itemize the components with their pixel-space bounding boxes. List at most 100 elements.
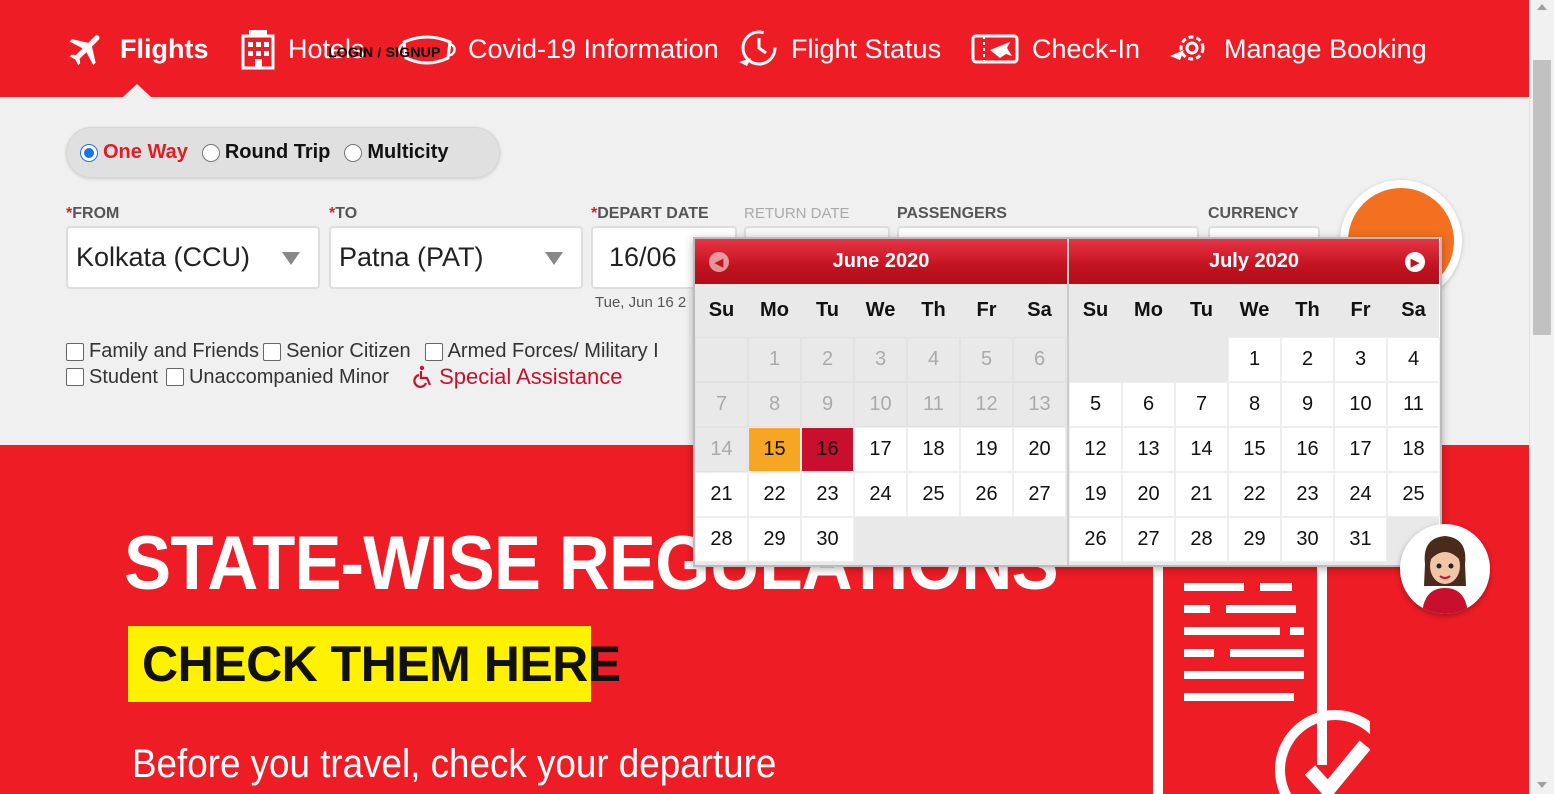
day-cell[interactable]: 6	[1122, 382, 1175, 427]
day-cell[interactable]: 27	[1122, 517, 1175, 562]
day-cell[interactable]: 26	[1069, 517, 1122, 562]
from-select[interactable]: Kolkata (CCU)	[66, 226, 320, 289]
day-cell: 2	[801, 337, 854, 382]
scroll-thumb[interactable]	[1533, 60, 1551, 335]
day-grid: 1 2 3 4 5 6 7 8 9 10 11 12 13 14 15 16 17 18 19 20 21 22 23 24 2…	[695, 337, 1067, 562]
banner-cta[interactable]: CHECK THEM HERE	[128, 626, 621, 702]
passenger-type-row-2: Student Unaccompanied Minor Special Assi…	[66, 364, 623, 390]
day-cell[interactable]: 8	[1228, 382, 1281, 427]
day-grid: 1 2 3 4 5 6 7 8 9 10 11 12 13 14 15 16 17 18 19 20 21 22 23 24 2…	[1069, 337, 1440, 562]
day-cell[interactable]: 3	[1334, 337, 1387, 382]
weekday-label: We	[865, 299, 896, 321]
day-cell[interactable]: 15	[1228, 427, 1281, 472]
special-assistance-link[interactable]: Special Assistance	[411, 364, 623, 390]
day-cell[interactable]: 16	[1281, 427, 1334, 472]
day-cell[interactable]: 30	[801, 517, 854, 562]
day-cell[interactable]: 12	[1069, 427, 1122, 472]
day-cell-empty	[1069, 337, 1122, 382]
weekday-label: Mo	[760, 299, 789, 321]
day-cell[interactable]: 30	[1281, 517, 1334, 562]
day-cell[interactable]: 20	[1013, 427, 1066, 472]
day-cell[interactable]: 28	[695, 517, 748, 562]
day-cell[interactable]: 4	[1387, 337, 1440, 382]
month-title: July 2020	[1208, 250, 1300, 272]
day-cell[interactable]: 24	[1334, 472, 1387, 517]
day-cell[interactable]: 11	[1387, 382, 1440, 427]
radio-multicity[interactable]: Multicity	[344, 141, 449, 164]
day-cell-empty	[1122, 337, 1175, 382]
day-cell[interactable]: 5	[1069, 382, 1122, 427]
nav-label: Flights	[120, 33, 209, 64]
day-cell[interactable]: 20	[1122, 472, 1175, 517]
day-cell: 13	[1013, 382, 1066, 427]
scroll-down-icon[interactable]	[1537, 782, 1547, 788]
nav-flights[interactable]: Flights	[66, 24, 209, 74]
day-cell-today[interactable]: 15	[748, 427, 801, 472]
day-cell[interactable]: 13	[1122, 427, 1175, 472]
day-cell[interactable]: 31	[1334, 517, 1387, 562]
day-cell[interactable]: 1	[1228, 337, 1281, 382]
day-cell[interactable]: 21	[695, 472, 748, 517]
prev-month-icon[interactable]: ◀	[709, 252, 729, 272]
scroll-up-icon[interactable]	[1537, 4, 1547, 10]
day-cell[interactable]: 21	[1175, 472, 1228, 517]
day-cell[interactable]: 25	[907, 472, 960, 517]
day-cell[interactable]: 22	[1228, 472, 1281, 517]
nav-label: Covid-19 Information	[468, 33, 719, 64]
gear-plane-icon	[1170, 35, 1205, 61]
day-cell: 14	[695, 427, 748, 472]
day-cell[interactable]: 26	[960, 472, 1013, 517]
checkbox-senior-citizen[interactable]: Senior Citizen	[263, 340, 411, 363]
radio-one-way[interactable]: One Way	[80, 141, 188, 164]
day-cell[interactable]: 9	[1281, 382, 1334, 427]
day-cell[interactable]: 17	[854, 427, 907, 472]
plane-icon	[69, 35, 100, 66]
day-cell[interactable]: 19	[960, 427, 1013, 472]
day-cell[interactable]: 10	[1334, 382, 1387, 427]
nav-label: Flight Status	[791, 33, 942, 64]
day-cell[interactable]: 19	[1069, 472, 1122, 517]
top-nav: Flights Hotels Covid-19 Information Flig…	[0, 0, 1529, 97]
chat-assistant-avatar[interactable]	[1400, 524, 1490, 614]
day-cell-selected[interactable]: 16	[801, 427, 854, 472]
day-cell[interactable]: 18	[1387, 427, 1440, 472]
login-signup-link[interactable]: LOGIN / SIGNUP	[328, 44, 440, 60]
nav-label: Manage Booking	[1224, 33, 1427, 64]
passengers-label: PASSENGERS	[897, 205, 1007, 222]
day-cell[interactable]: 28	[1175, 517, 1228, 562]
day-cell: 5	[960, 337, 1013, 382]
nav-covid-info[interactable]: Covid-19 Information	[398, 24, 719, 74]
day-cell[interactable]: 7	[1175, 382, 1228, 427]
chevron-down-icon	[282, 252, 300, 265]
nav-flight-status[interactable]: Flight Status	[737, 24, 941, 74]
day-cell[interactable]: 18	[907, 427, 960, 472]
day-cell[interactable]: 24	[854, 472, 907, 517]
day-cell[interactable]: 2	[1281, 337, 1334, 382]
radio-label: Round Trip	[224, 141, 331, 163]
day-cell[interactable]: 23	[801, 472, 854, 517]
day-cell[interactable]: 29	[1228, 517, 1281, 562]
month-panel-july: July 2020 ▶ Su Mo Tu We Th Fr Sa 1 2 3 4 5 6 7 8 9 10 11…	[1067, 239, 1440, 565]
day-cell[interactable]: 25	[1387, 472, 1440, 517]
day-cell[interactable]: 17	[1334, 427, 1387, 472]
checkbox-armed-forces[interactable]: Armed Forces/ Military I	[424, 340, 659, 363]
depart-date-subtext: Tue, Jun 16 2	[595, 294, 687, 311]
day-cell[interactable]: 27	[1013, 472, 1066, 517]
day-cell-empty	[695, 337, 748, 382]
day-cell[interactable]: 29	[748, 517, 801, 562]
weekday-label: Tu	[1190, 299, 1213, 321]
hotel-icon	[241, 30, 275, 70]
day-cell[interactable]: 22	[748, 472, 801, 517]
checkbox-student[interactable]: Student	[66, 366, 158, 389]
to-select[interactable]: Patna (PAT)	[329, 226, 583, 289]
page-scrollbar[interactable]	[1529, 0, 1554, 794]
next-month-icon[interactable]: ▶	[1405, 252, 1425, 272]
nav-check-in[interactable]: Check-In	[970, 24, 1140, 74]
day-cell[interactable]: 14	[1175, 427, 1228, 472]
weekday-label: Tu	[816, 299, 839, 321]
radio-round-trip[interactable]: Round Trip	[201, 141, 331, 164]
checkbox-family-friends[interactable]: Family and Friends	[66, 340, 259, 363]
nav-manage-booking[interactable]: Manage Booking	[1168, 24, 1427, 74]
checkbox-unaccompanied-minor[interactable]: Unaccompanied Minor	[165, 366, 389, 389]
day-cell[interactable]: 23	[1281, 472, 1334, 517]
